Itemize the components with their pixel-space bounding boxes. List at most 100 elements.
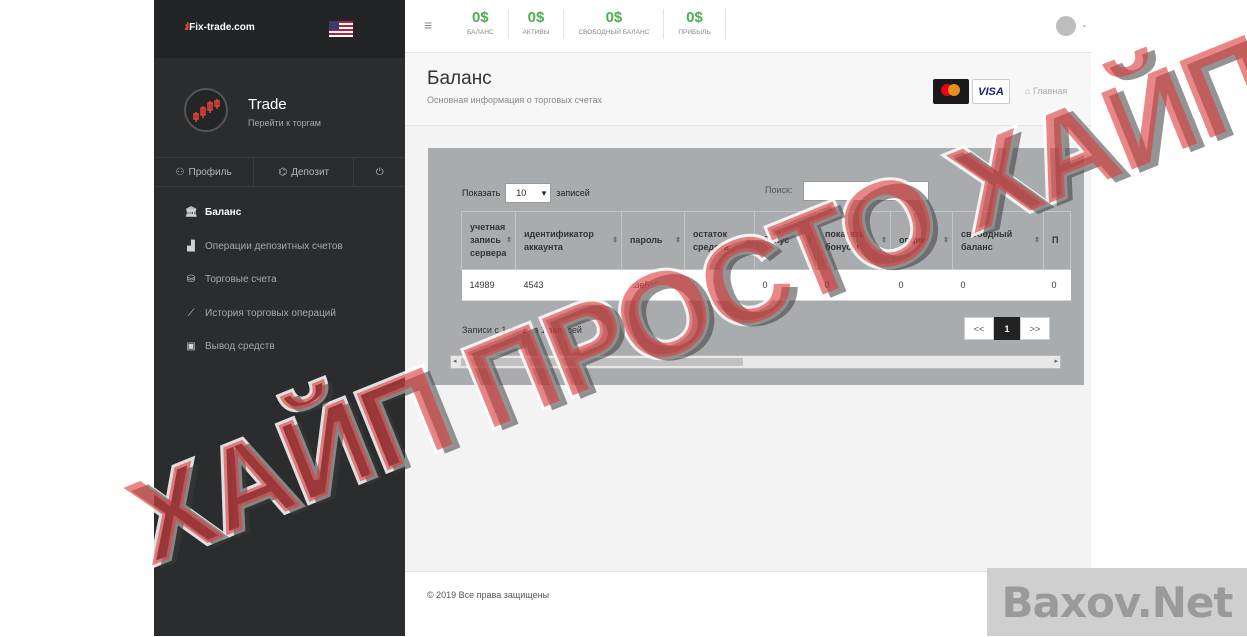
cell: a8e5a0 xyxy=(621,269,685,301)
deposit-button[interactable]: ⌬ Депозит xyxy=(254,158,355,186)
trade-link[interactable]: Trade Перейти к торгам xyxy=(182,86,392,136)
bank-icon: 🏛 xyxy=(185,207,198,219)
scroll-thumb[interactable] xyxy=(461,358,743,366)
sidebar-item-label: Операции депозитных счетов xyxy=(205,240,343,252)
stat-value: 0$ xyxy=(605,9,623,26)
sidebar-item-withdraw[interactable]: ▣ Вывод средств xyxy=(154,330,405,364)
stat-label: БАЛАНС xyxy=(467,29,494,36)
main-content: Баланс Основная информация о торговых сч… xyxy=(405,53,1091,637)
pagination: << 1 >> xyxy=(964,317,1050,340)
entries-control: Показать 10 ▾ записей xyxy=(462,183,590,203)
page-header: Баланс Основная информация о торговых сч… xyxy=(405,53,1091,126)
sidebar-item-label: История торговых операций xyxy=(205,307,336,319)
page-1-button[interactable]: 1 xyxy=(994,317,1020,340)
page-title: Баланс xyxy=(427,68,492,89)
accounts-panel: Показать 10 ▾ записей Поиск: учетная зап… xyxy=(428,148,1084,385)
sort-icon: ⇕ xyxy=(943,237,949,244)
tag-icon: ⌬ xyxy=(278,166,288,178)
cell: 0 xyxy=(816,269,891,301)
cell: 0 xyxy=(890,269,953,301)
entries-label: записей xyxy=(556,188,590,198)
trade-title: Trade xyxy=(248,96,287,113)
copyright: © 2019 Все права защищены xyxy=(427,590,550,600)
breadcrumb-home[interactable]: Главная xyxy=(1033,86,1067,96)
stat-assets: 0$ АКТИВЫ xyxy=(509,9,565,39)
scroll-left-icon[interactable]: ◂ xyxy=(453,357,457,365)
stat-label: АКТИВЫ xyxy=(522,29,550,36)
site-watermark: Baxov.Net xyxy=(987,568,1247,636)
entries-value: 10 xyxy=(516,188,527,198)
avatar[interactable] xyxy=(1056,16,1076,36)
stat-profit: 0$ ПРИБЫЛЬ xyxy=(664,9,726,39)
topbar: ≡ 0$ БАЛАНС 0$ АКТИВЫ 0$ СВОБОДНЫЙ БАЛАН… xyxy=(405,0,1091,53)
chevron-down-icon[interactable]: ⌄ xyxy=(1081,20,1088,29)
col-account-id[interactable]: идентификатор аккаунта ⇕ xyxy=(515,211,622,270)
sort-icon: ⇕ xyxy=(881,237,887,244)
sidebar-item-label: Баланс xyxy=(205,207,242,219)
cell: 0 xyxy=(952,269,1044,301)
horizontal-scrollbar[interactable]: ◂ ▸ xyxy=(450,355,1061,369)
col-bonus[interactable]: бонус ⇕ xyxy=(754,211,817,270)
menu-toggle-icon[interactable]: ≡ xyxy=(424,17,432,33)
logout-button[interactable]: ⏻ xyxy=(354,158,405,186)
power-icon: ⏻ xyxy=(375,166,384,178)
profile-button[interactable]: ⚇ Профиль xyxy=(154,158,255,186)
sort-icon: ⇕ xyxy=(675,237,681,244)
search-input[interactable] xyxy=(803,181,929,201)
scroll-right-icon[interactable]: ▸ xyxy=(1054,357,1058,365)
stat-value: 0$ xyxy=(471,9,489,26)
table-header-row: учетная запись сервера ⇕ идентификатор ак… xyxy=(461,211,1071,270)
sidebar-item-label: Вывод средств xyxy=(205,341,275,353)
accounts-table: учетная запись сервера ⇕ идентификатор ак… xyxy=(461,211,1071,301)
sidebar-item-deposit-operations[interactable]: ▟ Операции депозитных счетов xyxy=(154,230,405,264)
prev-page-button[interactable]: << xyxy=(964,317,994,340)
sort-icon: ⇕ xyxy=(612,237,618,244)
user-icon: ⚇ xyxy=(175,166,185,178)
breadcrumb[interactable]: ⌂ Главная xyxy=(1025,86,1067,96)
logo-bars-icon: .ıl xyxy=(184,21,189,33)
coins-icon: ⛁ xyxy=(186,274,196,286)
us-flag-icon[interactable] xyxy=(329,21,353,37)
chart-area-icon: ▟ xyxy=(187,240,195,252)
visa-icon: VISA xyxy=(972,79,1010,104)
sidebar-item-trading-accounts[interactable]: ⛁ Торговые счета xyxy=(154,263,405,297)
table-info: Записи с 1 до 1 из 1 записей xyxy=(462,325,582,335)
logo[interactable]: .ıl Fix-trade.com xyxy=(184,21,255,33)
sort-icon: ⇕ xyxy=(745,237,751,244)
sidebar-item-label: Торговые счета xyxy=(205,274,277,286)
col-password[interactable]: пароль ⇕ xyxy=(621,211,685,270)
logo-text: Fix-trade.com xyxy=(189,21,255,33)
home-icon: ⌂ xyxy=(1025,86,1031,96)
cell: 0 xyxy=(684,269,755,301)
cell: 0 xyxy=(754,269,817,301)
sidebar-header: .ıl Fix-trade.com xyxy=(154,0,405,58)
payment-cards: VISA xyxy=(933,79,1010,104)
sidebar-menu: 🏛 Баланс ▟ Операции депозитных счетов ⛁ … xyxy=(154,196,405,364)
page-subtitle: Основная информация о торговых счетах xyxy=(427,95,602,105)
entries-select[interactable]: 10 ▾ xyxy=(505,183,552,203)
line-chart-icon: ⟋ xyxy=(187,307,195,319)
stat-label: СВОБОДНЫЙ БАЛАНС xyxy=(578,29,650,36)
col-options[interactable]: опции ⇕ xyxy=(890,211,953,270)
show-label: Показать xyxy=(462,188,501,198)
mastercard-icon xyxy=(933,79,969,104)
candlestick-icon xyxy=(184,88,228,132)
sort-icon: ⇕ xyxy=(807,237,813,244)
sidebar-item-trade-history[interactable]: ⟋ История торговых операций xyxy=(154,297,405,331)
stat-value: 0$ xyxy=(686,9,703,26)
col-more[interactable]: П xyxy=(1043,211,1071,270)
sidebar-item-balance[interactable]: 🏛 Баланс xyxy=(154,196,405,230)
col-show-bonus[interactable]: показать бонусы ⇕ xyxy=(816,211,891,270)
sidebar: .ıl Fix-trade.com Trade Перейти к торгам… xyxy=(154,0,405,636)
table-row[interactable]: 14989 4543 a8e5a0 0 0 0 0 0 0 xyxy=(461,269,1071,301)
money-icon: ▣ xyxy=(186,341,196,353)
caret-down-icon: ▾ xyxy=(541,187,547,198)
stat-label: ПРИБЫЛЬ xyxy=(678,29,711,36)
cell: 14989 xyxy=(461,269,516,301)
stat-free-balance: 0$ СВОБОДНЫЙ БАЛАНС xyxy=(564,9,665,39)
next-page-button[interactable]: >> xyxy=(1020,317,1050,340)
col-funds[interactable]: остаток средств ⇕ xyxy=(684,211,755,270)
col-free-balance[interactable]: свободный баланс ⇕ xyxy=(952,211,1044,270)
col-server-account[interactable]: учетная запись сервера ⇕ xyxy=(461,211,516,270)
stat-balance: 0$ БАЛАНС xyxy=(453,9,509,39)
